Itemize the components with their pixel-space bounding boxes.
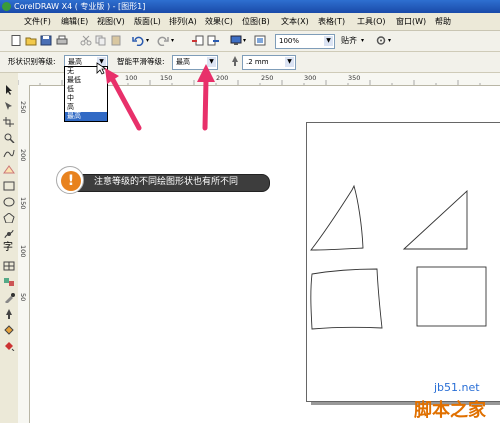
watermark-site-name: 脚本之家 <box>414 400 486 421</box>
freehand-tool-icon[interactable] <box>3 149 15 159</box>
menu-arrange[interactable]: 排列(A) <box>169 16 197 27</box>
snap-dropdown-icon[interactable]: ▾ <box>361 37 364 44</box>
freehand-triangle-rough[interactable] <box>310 184 364 251</box>
title-bar: CorelDRAW X4 ( 专业版 ) - [图形1] <box>0 0 500 13</box>
coreldraw-app-icon <box>2 2 11 11</box>
toolbox: 字 <box>0 73 19 423</box>
vertical-ruler: 250 200 150 100 50 <box>18 85 30 423</box>
pink-arrow-icon <box>110 77 142 131</box>
window-title: CorelDRAW X4 ( 专业版 ) - [图形1] <box>14 2 146 11</box>
launcher-dropdown-icon[interactable]: ▾ <box>243 37 246 44</box>
redo-dropdown-icon[interactable]: ▾ <box>171 37 174 44</box>
menu-bitmaps[interactable]: 位图(B) <box>242 16 270 27</box>
open-folder-icon[interactable] <box>25 35 37 46</box>
cut-icon[interactable] <box>80 35 92 46</box>
ruler-tick: 200 <box>19 149 27 162</box>
outline-width-select[interactable]: .2 mm ▼ <box>242 55 296 70</box>
text-tool-icon[interactable]: 字 <box>3 243 15 253</box>
outline-tool-icon[interactable] <box>3 309 15 319</box>
print-icon[interactable] <box>56 35 68 46</box>
menu-help[interactable]: 帮助 <box>435 16 451 27</box>
menu-view[interactable]: 视图(V) <box>97 16 125 27</box>
ruler-tick: 100 <box>19 245 27 258</box>
basic-shapes-tool-icon[interactable] <box>3 229 15 239</box>
tip-callout-text: 注意等级的不同绘图形状也有所不同 <box>94 177 239 187</box>
polygon-tool-icon[interactable] <box>3 213 15 223</box>
freehand-rectangle-smooth[interactable] <box>416 266 487 327</box>
menu-effects[interactable]: 效果(C) <box>205 16 233 27</box>
copy-icon[interactable] <box>95 35 107 46</box>
eyedropper-tool-icon[interactable] <box>3 293 15 303</box>
shape-tool-icon[interactable] <box>3 101 15 111</box>
tip-callout: ! 注意等级的不同绘图形状也有所不同 <box>56 166 270 194</box>
table-tool-icon[interactable] <box>3 261 15 271</box>
ellipse-tool-icon[interactable] <box>3 197 15 207</box>
pink-arrow-icon <box>202 77 209 131</box>
standard-toolbar: ▾ ▾ ▾ 100% ▼ 贴齐 ▾ ▾ <box>0 31 500 52</box>
application-launcher-icon[interactable] <box>230 35 242 46</box>
annotation-arrows <box>105 64 215 131</box>
ruler-tick: 50 <box>19 293 27 302</box>
undo-dropdown-icon[interactable]: ▾ <box>146 37 149 44</box>
menu-text[interactable]: 文本(X) <box>281 16 309 27</box>
menu-bar: 文件(F) 编辑(E) 视图(V) 版面(L) 排列(A) 效果(C) 位图(B… <box>0 13 500 31</box>
zoom-tool-icon[interactable] <box>3 133 15 143</box>
zoom-level-select[interactable]: 100% ▼ <box>275 34 335 49</box>
smart-fill-tool-icon[interactable] <box>3 165 15 175</box>
save-icon[interactable] <box>40 35 52 46</box>
menu-edit[interactable]: 编辑(E) <box>61 16 88 27</box>
menu-table[interactable]: 表格(T) <box>318 16 345 27</box>
options-dropdown-icon[interactable]: ▾ <box>388 37 391 44</box>
menu-tools[interactable]: 工具(O) <box>357 16 386 27</box>
ruler-tick: 250 <box>19 101 27 114</box>
fill-tool-icon[interactable] <box>3 325 15 335</box>
interactive-blend-tool-icon[interactable] <box>3 277 15 287</box>
outline-pen-icon <box>232 56 238 66</box>
menu-layout[interactable]: 版面(L) <box>134 16 161 27</box>
chevron-down-icon[interactable]: ▼ <box>324 36 333 46</box>
tip-icon-ring: ! <box>56 166 84 194</box>
ruler-tick: 150 <box>19 197 27 210</box>
undo-icon[interactable] <box>132 35 144 46</box>
menu-file[interactable]: 文件(F) <box>24 16 51 27</box>
snap-to-button[interactable]: 贴齐 <box>341 36 357 46</box>
zoom-level-value: 100% <box>279 37 300 45</box>
redo-icon[interactable] <box>157 35 169 46</box>
pink-arrowhead-icon <box>197 64 215 82</box>
new-document-icon[interactable] <box>10 35 22 46</box>
interactive-fill-tool-icon[interactable] <box>3 341 15 351</box>
export-icon[interactable] <box>207 35 219 46</box>
outline-width-value: .2 mm <box>246 58 269 66</box>
drawn-shapes <box>310 184 487 330</box>
crop-tool-icon[interactable] <box>3 117 15 127</box>
watermark-url: jb51.net <box>434 381 480 394</box>
rectangle-tool-icon[interactable] <box>3 181 15 191</box>
freehand-rectangle-rough[interactable] <box>310 268 383 330</box>
welcome-screen-icon[interactable] <box>254 35 266 46</box>
paste-icon[interactable] <box>110 35 122 46</box>
shape-recognition-label: 形状识别等级: <box>8 57 56 66</box>
pick-tool-icon[interactable] <box>3 85 15 95</box>
import-icon[interactable] <box>192 35 204 46</box>
options-icon[interactable] <box>375 35 387 46</box>
freehand-triangle-smooth[interactable] <box>402 189 468 250</box>
exclamation-icon: ! <box>61 171 81 191</box>
menu-window[interactable]: 窗口(W) <box>396 16 426 27</box>
chevron-down-icon[interactable]: ▼ <box>285 57 294 67</box>
